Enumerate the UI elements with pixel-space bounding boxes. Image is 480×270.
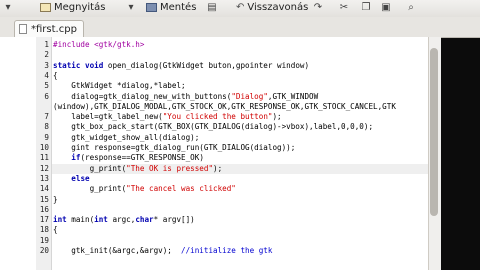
line-number: 15 [39,194,49,204]
code-token: gtk_init(&argc,&argv); [53,246,182,255]
code-token: open_dialog(GtkWidget buton,gpointer win… [103,60,310,70]
code-token: gtk_box_pack_start(GTK_BOX(GTK_DIALOG(di… [53,122,374,132]
line-number: 1 [44,40,49,49]
line-number: 10 [39,143,49,152]
code-token: else [71,173,90,183]
code-token: #include <gtk/gtk.h> [53,40,145,49]
open-button[interactable]: Megnyitás [40,0,105,15]
line-number: 5 [44,81,49,91]
line-number: 2 [44,50,49,60]
save-button-label: Mentés [160,2,197,13]
code-token: "You clicked the button" [162,112,273,122]
code-line[interactable]: label=gtk_label_new("You clicked the but… [53,112,282,122]
code-token: ); [213,163,223,173]
code-token: label=gtk_label_new( [53,112,163,122]
code-line[interactable]: gtk_init(&argc,&argv); //initialize the … [53,246,272,256]
code-line[interactable]: GtkWidget *dialog,*label; [53,81,186,91]
tab-bar: *first.cpp [0,17,480,38]
code-token: static void [53,60,104,70]
search-icon[interactable]: ⌕ [405,2,417,13]
line-number: 18 [39,225,49,235]
line-number: 16 [39,204,49,214]
line-number: 12 [39,163,49,173]
open-dropdown-icon[interactable]: ▾ [125,2,137,13]
line-number: 20 [39,246,49,255]
code-line[interactable]: int main(int argc,char* argv[]) [53,215,195,225]
code-token: { [53,225,58,235]
code-line[interactable]: { [53,71,58,81]
redo-icon[interactable]: ↷ [312,2,324,13]
code-token: ); [272,112,282,122]
code-line[interactable]: } [53,195,58,205]
code-token: main( [66,215,95,225]
code-token: argc, [107,215,136,225]
line-number: 9 [44,132,49,142]
undo-icon: ↶ [236,2,245,13]
undo-button-label: Visszavonás [247,2,309,13]
code-token: gint response=gtk_dialog_run(GTK_DIALOG(… [53,143,296,152]
line-number: 13 [39,173,49,183]
save-button[interactable]: Mentés [146,0,196,15]
code-line[interactable]: gint response=gtk_dialog_run(GTK_DIALOG(… [53,143,295,153]
code-token: g_print( [53,163,127,173]
line-number: 7 [44,112,49,122]
code-token: dialog=gtk_dialog_new_with_buttons( [53,91,232,101]
code-token: int [94,215,108,225]
line-number: 11 [39,153,49,163]
toolbar: ▾ Megnyitás ▾ Mentés ▤ ↶ Visszavonás ↷ ✂… [0,0,480,18]
code-line[interactable]: #include <gtk/gtk.h> [53,40,144,50]
print-icon[interactable]: ▤ [206,2,218,13]
code-line[interactable]: dialog=gtk_dialog_new_with_buttons("Dial… [53,92,318,102]
code-line[interactable]: gtk_box_pack_start(GTK_BOX(GTK_DIALOG(di… [53,122,373,132]
line-number: 17 [39,215,49,225]
folder-icon [40,3,51,12]
code-token: "The cancel was clicked" [126,184,236,194]
code-token: char [135,215,154,225]
left-margin [0,37,36,270]
line-number: 19 [39,235,49,245]
code-line[interactable]: { [53,225,58,235]
paste-icon[interactable]: ▣ [380,2,392,13]
undo-button[interactable]: ↶ Visszavonás [236,0,308,15]
cut-icon[interactable]: ✂ [338,2,350,13]
code-token: ,GTK_WINDOW [267,91,319,101]
line-number: 8 [44,122,49,132]
code-token: g_print( [53,184,127,194]
copy-icon[interactable]: ❐ [360,2,372,13]
save-icon [146,3,157,12]
code-line[interactable]: if(response==GTK_RESPONSE_OK) [53,153,204,163]
code-token: "Dialog" [231,91,268,101]
code-line[interactable]: g_print("The OK is pressed"); [53,163,223,174]
file-icon [19,24,27,34]
code-line[interactable]: gtk_widget_show_all(dialog); [53,133,199,143]
code-token: gtk_widget_show_all(dialog); [53,132,200,142]
tab-first-cpp[interactable]: *first.cpp [14,20,84,37]
line-number: 4 [44,70,49,80]
code-token: GtkWidget *dialog,*label; [53,81,186,91]
code-token: * argv[]) [153,215,195,225]
tab-label: *first.cpp [31,23,77,35]
code-line[interactable]: g_print("The cancel was clicked" [53,184,236,194]
line-number: 6 [44,91,49,101]
code-line[interactable]: (window),GTK_DIALOG_MODAL,GTK_STOCK_OK,G… [53,102,396,112]
scrollbar-thumb[interactable] [430,48,438,216]
line-number: 3 [44,60,49,70]
line-number: 14 [39,184,49,194]
code-token: { [53,70,58,80]
code-token: } [53,194,58,204]
right-dark-margin [440,0,480,270]
code-token: int [53,215,67,225]
code-line[interactable]: else [53,173,90,184]
code-line[interactable]: static void open_dialog(GtkWidget buton,… [53,61,309,71]
code-token: //initialize the gtk [181,246,273,255]
code-token: "The OK is pressed" [126,163,214,173]
code-token: (window),GTK_DIALOG_MODAL,GTK_STOCK_OK,G… [53,101,396,111]
code-token: (response==GTK_RESPONSE_OK) [80,153,204,163]
open-button-label: Megnyitás [54,2,106,13]
toolbar-overflow-icon[interactable]: ▾ [2,2,14,13]
